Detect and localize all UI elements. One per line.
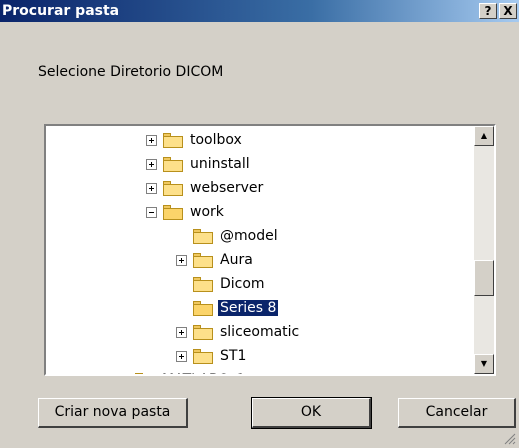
tree-item-label: sliceomatic	[220, 324, 300, 340]
expand-plus-icon[interactable]	[176, 254, 187, 266]
folder-open-icon	[193, 300, 213, 316]
window-title: Procurar pasta	[2, 3, 120, 19]
tree-item-label: webserver	[190, 180, 264, 196]
folder-icon	[135, 372, 155, 374]
tree-item[interactable]: ST1	[176, 344, 248, 368]
folder-icon	[193, 276, 213, 292]
help-button[interactable]: ?	[479, 3, 497, 19]
collapse-minus-icon[interactable]	[146, 206, 157, 218]
tree-item[interactable]: Aura	[176, 248, 255, 272]
expand-plus-icon[interactable]	[146, 182, 157, 194]
cancel-button[interactable]: Cancelar	[398, 398, 516, 428]
new-folder-button[interactable]: Criar nova pasta	[38, 398, 188, 428]
folder-tree[interactable]: toolbox uninstall webserver work @model Aura D…	[44, 124, 496, 376]
tree-item[interactable]: Dicom	[193, 272, 267, 296]
tree-item-label: ST1	[220, 348, 247, 364]
tree-item-label: Dicom	[220, 276, 265, 292]
scroll-thumb[interactable]	[474, 260, 494, 296]
expand-plus-icon[interactable]	[146, 134, 157, 146]
expand-plus-icon[interactable]	[176, 350, 187, 362]
tree-item[interactable]: MATLAB6p1	[118, 368, 247, 374]
folder-icon	[193, 252, 213, 268]
folder-tree-viewport: toolbox uninstall webserver work @model Aura D…	[46, 126, 474, 374]
tree-item-label: Aura	[220, 252, 253, 268]
expand-plus-icon[interactable]	[146, 158, 157, 170]
tree-item[interactable]: webserver	[146, 176, 265, 200]
folder-icon	[193, 228, 213, 244]
scroll-up-button[interactable]: ▲	[474, 126, 494, 146]
folder-icon	[193, 348, 213, 364]
ok-button[interactable]: OK	[251, 397, 372, 429]
folder-open-icon	[163, 204, 183, 220]
expand-plus-icon[interactable]	[176, 326, 187, 338]
folder-icon	[163, 132, 183, 148]
new-folder-button-label: Criar nova pasta	[54, 404, 171, 420]
tree-item[interactable]: @model	[193, 224, 280, 248]
tree-item[interactable]: toolbox	[146, 128, 244, 152]
tree-item[interactable]: Series 8	[193, 296, 280, 320]
folder-icon	[193, 324, 213, 340]
cancel-button-label: Cancelar	[425, 404, 488, 420]
tree-item-label: Series 8	[216, 299, 280, 317]
tree-item[interactable]: sliceomatic	[176, 320, 301, 344]
folder-icon	[163, 156, 183, 172]
folder-icon	[163, 180, 183, 196]
scroll-down-button[interactable]: ▼	[474, 354, 494, 374]
tree-item-label: work	[190, 204, 224, 220]
tree-item[interactable]: uninstall	[146, 152, 252, 176]
tree-item-label: MATLAB6p1	[160, 372, 247, 374]
resize-grip-icon[interactable]	[504, 433, 516, 445]
tree-item-label: @model	[220, 228, 278, 244]
vertical-scrollbar[interactable]: ▲ ▼	[474, 126, 494, 374]
prompt-text: Selecione Diretorio DICOM	[38, 64, 224, 80]
tree-item-label: uninstall	[190, 156, 250, 172]
tree-item[interactable]: work	[146, 200, 226, 224]
close-button[interactable]: X	[499, 3, 517, 19]
title-bar[interactable]: Procurar pasta ? X	[0, 0, 519, 22]
tree-item-label: toolbox	[190, 132, 242, 148]
ok-button-label: OK	[300, 404, 322, 420]
